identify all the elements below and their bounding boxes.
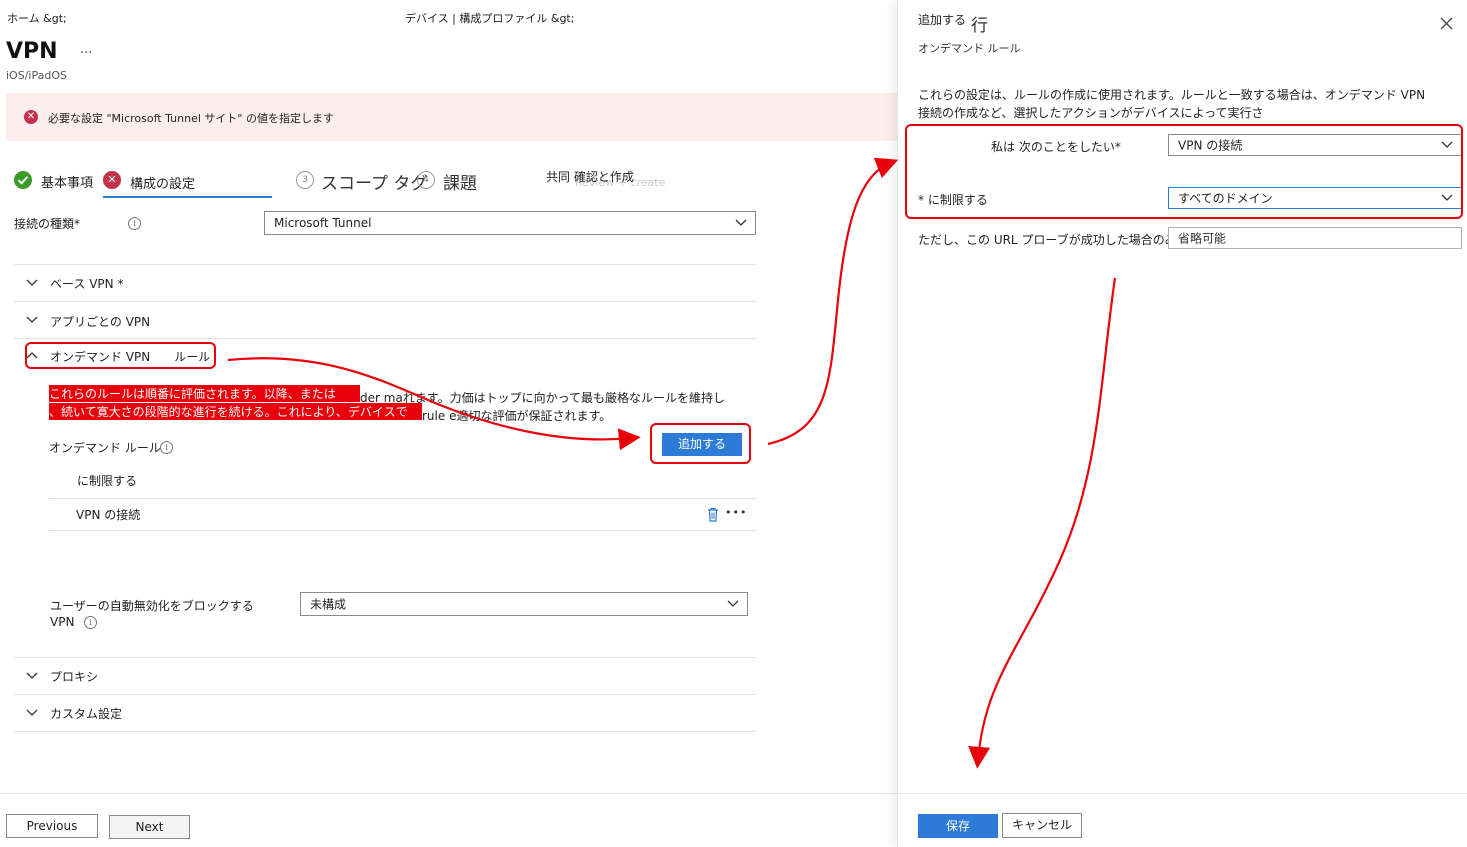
close-icon[interactable] [1440,17,1453,30]
step-error-icon: ✕ [103,171,121,189]
chevron-down-icon [727,600,739,607]
info-icon[interactable]: i [84,616,97,629]
redacted-text: 、続いて寛大さの段階的な進行を続ける。これにより、デバイスで [49,403,422,420]
step-review-create[interactable]: 共同 確認と作成 [546,168,634,185]
on-demand-rules-label: オンデマンド ルール [49,441,161,455]
chevron-down-icon [26,316,38,323]
on-demand-description-line2: 、続いて寛大さの段階的な進行を続ける。これにより、デバイスで rule e適切な評… [49,403,611,424]
block-user-label: ユーザーの自動無効化をブロックする [50,599,254,613]
description-text: rule e適切な評価が保証されます。 [422,409,612,423]
panel-title-suffix: 行 [971,16,988,36]
probe-field-label: ただし、この URL プローブが成功した場合のみ [918,233,1177,247]
step-basics[interactable]: 基本事項 [41,172,93,191]
info-icon[interactable]: i [128,217,141,230]
step-assignments[interactable]: 課題 [443,169,477,194]
cancel-button[interactable]: キャンセル [1002,813,1082,838]
chevron-down-icon [26,279,38,286]
accordion-per-app-vpn-label: アプリごとの VPN [50,315,151,329]
connection-type-value: Microsoft Tunnel [274,216,372,230]
accordion-base-vpn-label: ベース VPN * [50,277,124,291]
accordion-per-app-vpn[interactable]: アプリごとの VPN [14,302,756,338]
panel-description-line2: 接続の作成など、選択したアクションがデバイスによって実行さ [918,106,1264,120]
highlight-box-fields [905,124,1463,219]
info-icon[interactable]: i [160,441,173,454]
rule-row-value: VPN の接続 [76,508,141,522]
trash-icon[interactable] [707,507,719,522]
accordion-proxy[interactable]: プロキシ [14,658,756,694]
redacted-text: これらのルールは順番に評価されます。以降、または [49,385,360,402]
chevron-down-icon [26,709,38,716]
breadcrumb-path[interactable]: デバイス | 構成プロファイル &gt; [405,10,574,26]
panel-title: 追加する [918,13,967,27]
accordion-custom-label: カスタム設定 [50,707,123,721]
next-button[interactable]: Next [109,815,190,839]
add-row-panel: 追加する 行 オンデマンド ルール これらの設定は、ルールの作成に使用されます。… [897,0,1467,847]
accordion-base-vpn[interactable]: ベース VPN * [14,265,756,301]
accordion-proxy-label: プロキシ [50,670,99,684]
step-complete-icon [14,171,32,189]
block-user-value: 未構成 [310,597,347,612]
connection-type-select[interactable]: Microsoft Tunnel [264,211,756,235]
step-scope-tags[interactable]: スコープ タグ [321,169,427,194]
main-blade: ホーム &gt; デバイス | 構成プロファイル &gt; VPN ... iO… [0,0,897,847]
save-button[interactable]: 保存 [918,814,998,838]
step-configuration-settings[interactable]: 構成の設定 [130,173,195,192]
active-step-underline [103,196,272,198]
more-options-icon[interactable]: ••• [725,506,747,519]
highlight-box-on-demand [25,342,216,369]
connection-type-label: 接続の種類* [14,217,81,231]
page-title: VPN [6,39,58,64]
rules-table-header: に制限する [77,474,138,488]
error-message: 必要な設定 "Microsoft Tunnel サイト" の値を指定します [48,112,334,125]
error-icon: ✕ [24,110,38,124]
panel-subtitle: オンデマンド ルール [918,42,1021,55]
previous-button[interactable]: Previous [6,814,98,838]
table-row[interactable]: VPN の接続 ••• [49,499,756,530]
panel-description-line1: これらの設定は、ルールの作成に使用されます。ルールと一致する場合は、オンデマンド… [918,88,1426,102]
block-user-label-line2: VPN [50,615,75,629]
probe-placeholder: 省略可能 [1178,231,1227,246]
step-number-4: 4 [417,171,435,189]
error-banner: ✕ 必要な設定 "Microsoft Tunnel サイト" の値を指定します [6,93,897,141]
accordion-custom-settings[interactable]: カスタム設定 [14,695,756,731]
highlight-box-add [650,423,751,464]
breadcrumb-home[interactable]: ホーム &gt; [7,10,67,26]
block-user-select[interactable]: 未構成 [300,592,748,616]
chevron-down-icon [735,219,747,226]
more-options-icon[interactable]: ... [80,42,92,57]
step-number-3: 3 [296,171,314,189]
probe-input[interactable]: 省略可能 [1168,227,1462,249]
page-subtitle: iOS/iPadOS [6,69,67,82]
chevron-down-icon [26,672,38,679]
